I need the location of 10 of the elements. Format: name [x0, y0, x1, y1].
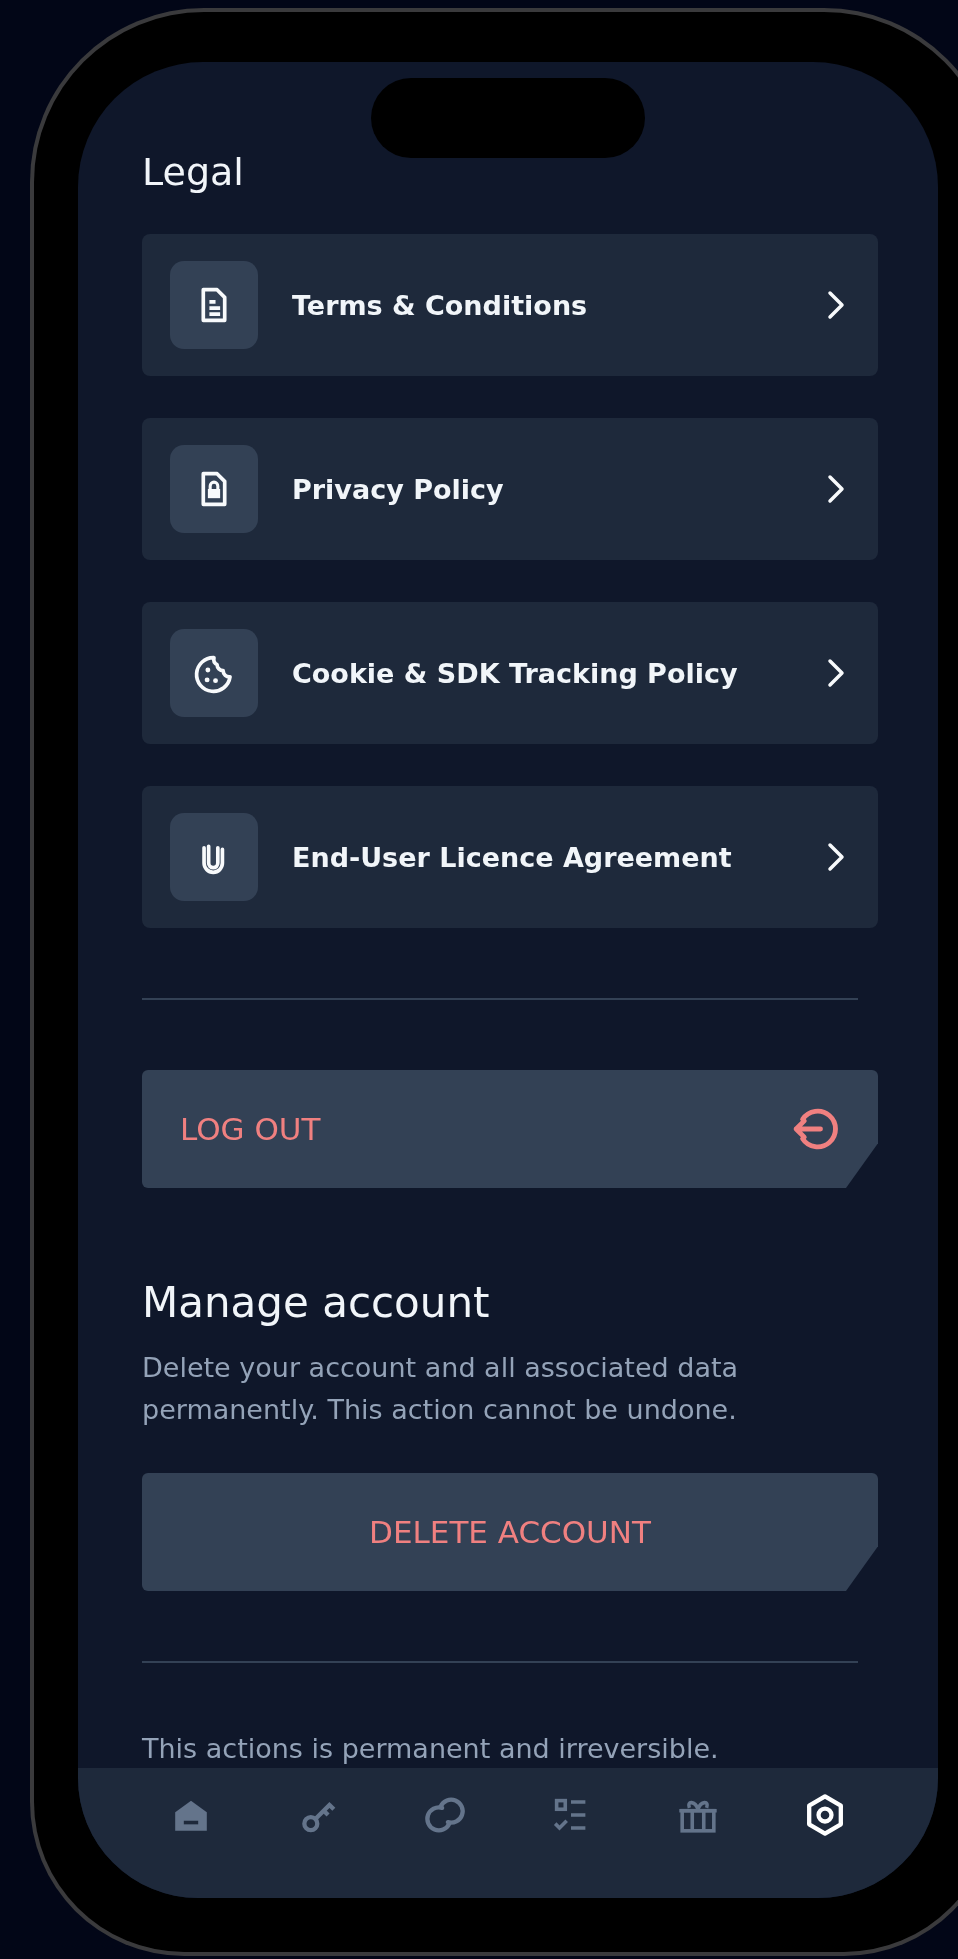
legal-link-item[interactable]: Cookie & SDK Tracking Policy: [142, 602, 878, 744]
legal-link-item[interactable]: End-User Licence Agreement: [142, 786, 878, 928]
legal-link-item[interactable]: Privacy Policy: [142, 418, 878, 560]
footer-note: This actions is permanent and irreversible.: [142, 1733, 720, 1764]
legal-link-item[interactable]: Terms & Conditions: [142, 234, 878, 376]
description-text: Delete your account and all associated data permanently. This action cannot be undone.: [142, 1351, 740, 1427]
section-title: Legal: [142, 150, 245, 194]
delete-account-button[interactable]: DELETE ACCOUNT: [142, 1473, 878, 1591]
section-heading: Manage account: [142, 1278, 491, 1327]
logout-button[interactable]: LOG OUT: [142, 1070, 878, 1188]
